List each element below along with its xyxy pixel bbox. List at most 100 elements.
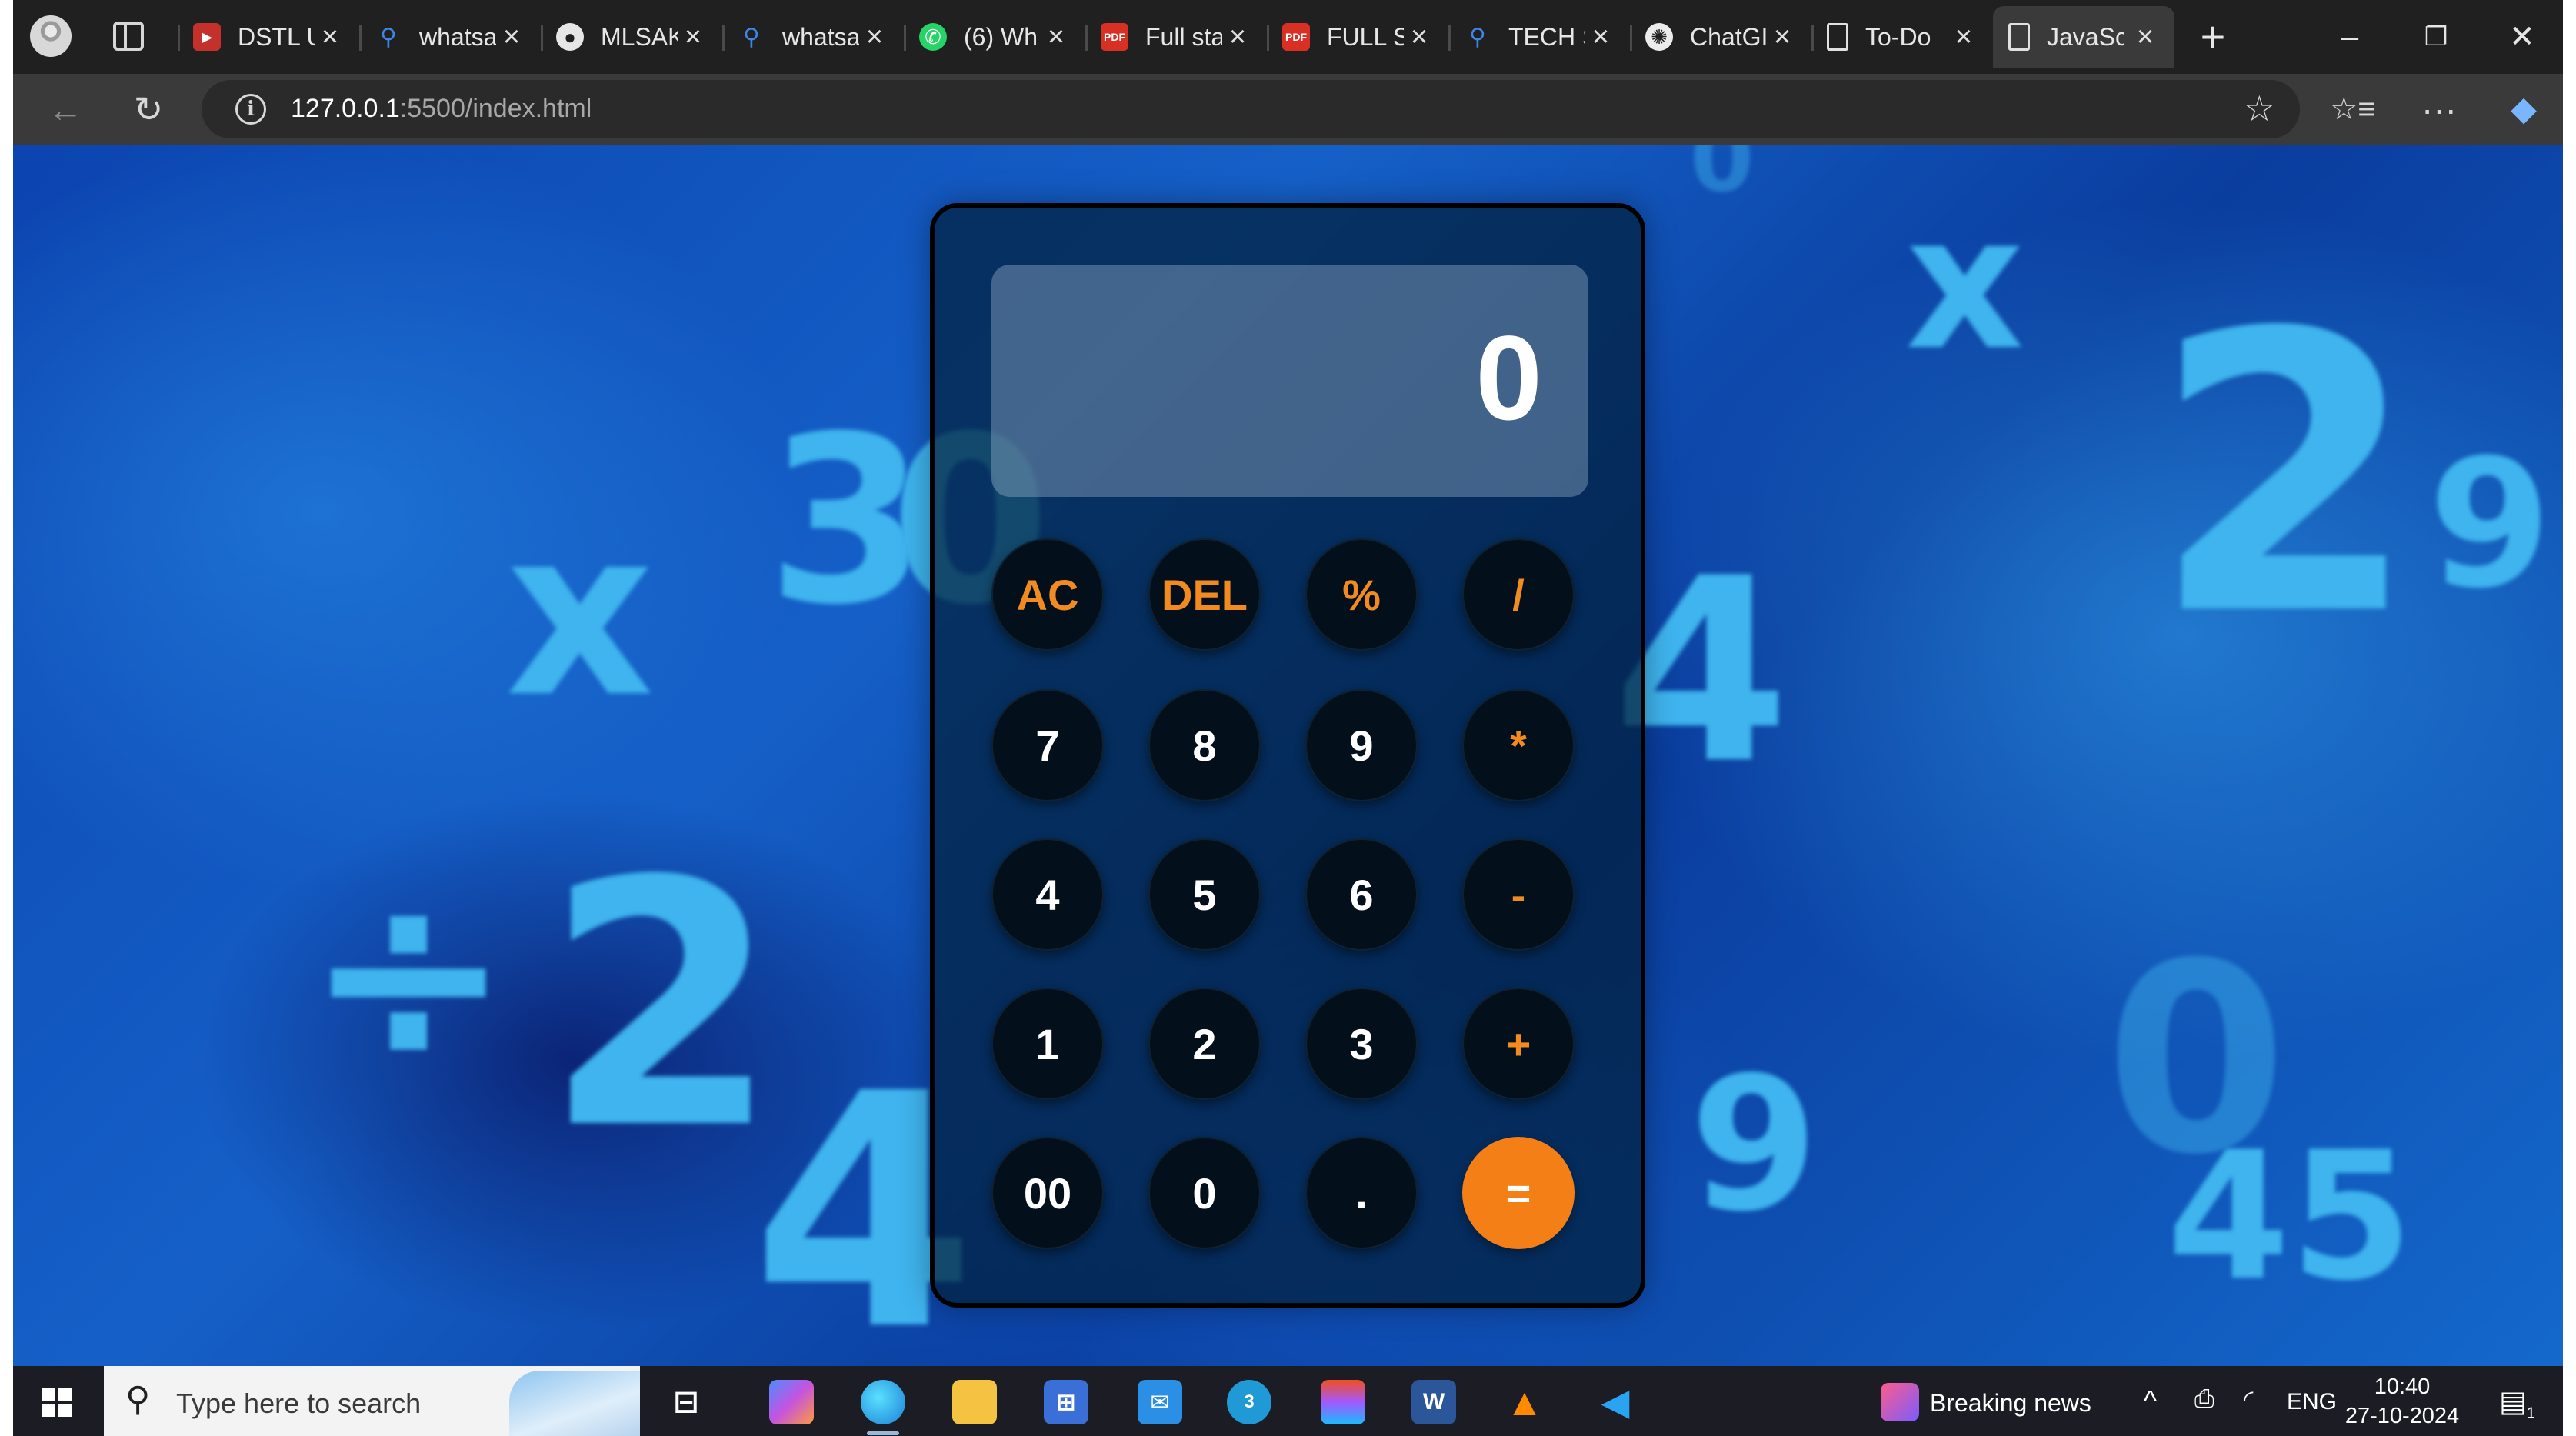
key-3-button[interactable]: 3 — [1305, 988, 1418, 1100]
reload-button[interactable]: ↻ — [124, 86, 173, 132]
browser-tab[interactable]: ⚲ TECH S× — [1448, 6, 1630, 68]
taskbar-clock[interactable]: 10:40 27-10-2024 — [2341, 1372, 2464, 1431]
file-explorer-icon[interactable] — [952, 1380, 997, 1424]
mail-icon[interactable]: ✉ — [1138, 1380, 1182, 1424]
key-9-button[interactable]: 9 — [1305, 689, 1418, 801]
taskbar-search[interactable]: ⚲ Type here to search — [104, 1366, 640, 1436]
whatsapp-icon: ✆ — [919, 23, 947, 51]
start-button[interactable] — [42, 1388, 72, 1417]
tab-title: To-Do — [1865, 22, 1931, 51]
url-path: :5500/index.html — [399, 94, 592, 123]
tab-close-icon[interactable]: × — [1042, 22, 1070, 52]
key-delete-button[interactable]: DEL — [1148, 538, 1261, 651]
show-hidden-icons-chevron-icon[interactable]: ^ — [2144, 1384, 2157, 1417]
vscode-icon[interactable]: ◀ — [1593, 1380, 1638, 1424]
site-info-icon[interactable]: i — [235, 94, 266, 125]
key-8-button[interactable]: 8 — [1148, 689, 1261, 801]
tab-title: DSTL U — [238, 22, 315, 51]
browser-tab[interactable]: ⚲ whatsa × — [722, 6, 904, 68]
key-divide-button[interactable]: / — [1462, 538, 1575, 651]
address-url[interactable]: 127.0.0.1:5500/index.html — [291, 94, 592, 124]
github-icon: ● — [556, 23, 584, 51]
new-tab-button[interactable]: + — [2190, 14, 2236, 60]
favorite-star-icon[interactable]: ☆ — [2244, 88, 2275, 129]
word-icon[interactable]: W — [1411, 1380, 1456, 1424]
more-options-icon[interactable]: ··· — [2414, 86, 2464, 132]
address-bar[interactable]: i 127.0.0.1:5500/index.html ☆ — [202, 80, 2300, 138]
restore-button[interactable]: ❐ — [2413, 14, 2459, 60]
notification-count: 1 — [2526, 1404, 2536, 1422]
browser-tab[interactable]: JavaSc × — [1993, 6, 2174, 68]
chatgpt-icon: ✺ — [1645, 23, 1673, 51]
chat-app-icon[interactable]: 3 — [1227, 1380, 1271, 1424]
language-indicator[interactable]: ENG — [2287, 1389, 2337, 1415]
browser-tab[interactable]: ● MLSAK × — [541, 6, 722, 68]
search-icon: ⚲ — [1469, 24, 1486, 50]
browser-tab[interactable]: PDF Full sta × — [1085, 6, 1267, 68]
meet-now-icon[interactable]: ⎙ — [2194, 1384, 2214, 1414]
task-view-icon[interactable]: ⊟ — [664, 1380, 708, 1424]
key-00-button[interactable]: 00 — [991, 1137, 1104, 1249]
key-clear-all-button[interactable]: AC — [991, 538, 1104, 651]
tab-close-icon[interactable]: × — [1405, 22, 1433, 52]
wifi-icon[interactable]: ◜ — [2244, 1384, 2253, 1414]
vlc-icon[interactable]: ▲ — [1502, 1380, 1547, 1424]
key-decimal-button[interactable]: . — [1305, 1137, 1418, 1249]
browser-tab[interactable]: ⚲ whatsa × — [359, 6, 541, 68]
key-5-button[interactable]: 5 — [1148, 838, 1261, 951]
browser-toolbar: ← ↻ i 127.0.0.1:5500/index.html ☆ ☆≡ ···… — [13, 74, 2563, 145]
favorites-icon[interactable]: ☆≡ — [2328, 86, 2378, 132]
background-number: ÷ — [305, 832, 512, 1118]
profile-avatar-icon[interactable] — [30, 15, 72, 57]
browser-tab[interactable]: To-Do × — [1811, 6, 1993, 68]
microsoft-store-icon[interactable]: ⊞ — [1044, 1380, 1088, 1424]
key-subtract-button[interactable]: - — [1462, 838, 1575, 951]
browser-tab[interactable]: PDF FULL S × — [1267, 6, 1448, 68]
tab-close-icon[interactable]: × — [679, 22, 707, 52]
key-6-button[interactable]: 6 — [1305, 838, 1418, 951]
minimize-button[interactable]: – — [2327, 14, 2373, 60]
search-highlight-image — [509, 1371, 640, 1436]
tab-title: whatsa — [782, 22, 859, 51]
tab-close-icon[interactable]: × — [1768, 22, 1796, 52]
tab-title: JavaSc — [2047, 22, 2124, 51]
key-1-button[interactable]: 1 — [991, 988, 1104, 1100]
browser-tab[interactable]: ✆ (6) Wh × — [904, 6, 1085, 68]
tab-close-icon[interactable]: × — [498, 22, 525, 52]
search-icon: ⚲ — [743, 24, 760, 50]
tab-actions-menu-icon[interactable] — [113, 22, 144, 51]
youtube-icon: ▶ — [193, 23, 221, 51]
figma-icon[interactable] — [1321, 1380, 1365, 1424]
key-2-button[interactable]: 2 — [1148, 988, 1261, 1100]
close-window-button[interactable]: ✕ — [2499, 14, 2545, 60]
pdf-icon: PDF — [1101, 23, 1128, 51]
windows-taskbar: ⚲ Type here to search ⊟ ⊞ ✉ 3 W ▲ ◀ Brea… — [13, 1366, 2563, 1436]
key-4-button[interactable]: 4 — [991, 838, 1104, 951]
browser-tab[interactable]: ▶ DSTL U× — [178, 6, 359, 68]
key-multiply-button[interactable]: * — [1462, 689, 1575, 801]
background-number: 2 — [544, 809, 780, 1203]
tab-close-icon[interactable]: × — [316, 22, 344, 52]
key-add-button[interactable]: + — [1462, 988, 1575, 1100]
tab-close-icon[interactable]: × — [1224, 22, 1251, 52]
key-equals-button[interactable]: = — [1462, 1137, 1575, 1249]
tab-title: TECH S — [1508, 22, 1585, 51]
notifications-icon[interactable]: ▤1 — [2499, 1384, 2535, 1423]
news-widget-label[interactable]: Breaking news — [1930, 1389, 2091, 1418]
browser-tab[interactable]: ✺ ChatGI × — [1630, 6, 1811, 68]
desktop-screen: ▶DSTL U×⚲whatsa×●MLSAK×⚲whatsa×✆(6) Wh×P… — [13, 0, 2563, 1436]
key-7-button[interactable]: 7 — [991, 689, 1104, 801]
tab-close-icon[interactable]: × — [2131, 22, 2159, 52]
back-button[interactable]: ← — [41, 86, 90, 132]
tab-close-icon[interactable]: × — [1950, 22, 1978, 52]
url-host: 127.0.0.1 — [291, 94, 400, 123]
key-percent-button[interactable]: % — [1305, 538, 1418, 651]
news-icon[interactable] — [1881, 1383, 1919, 1421]
tab-close-icon[interactable]: × — [861, 22, 888, 52]
copilot-icon[interactable]: ◆ — [2499, 86, 2548, 132]
search-icon: ⚲ — [125, 1381, 151, 1418]
edge-browser-icon[interactable] — [861, 1380, 905, 1435]
copilot-app-icon[interactable] — [769, 1380, 814, 1424]
tab-close-icon[interactable]: × — [1587, 22, 1615, 52]
key-0-button[interactable]: 0 — [1148, 1137, 1261, 1249]
